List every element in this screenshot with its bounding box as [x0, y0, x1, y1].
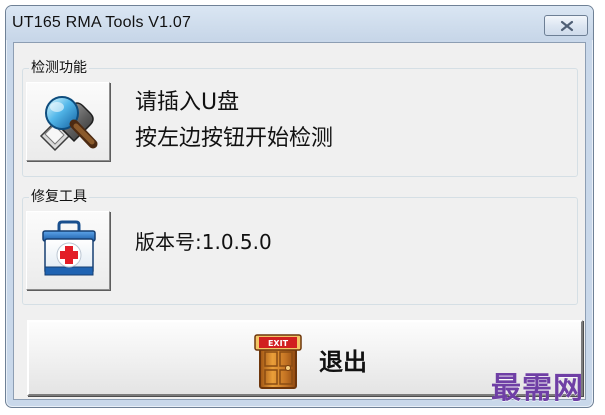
exit-button-label: 退出: [319, 348, 367, 376]
start-detect-hint: 按左边按钮开始检测: [135, 126, 334, 151]
client-area: 检测功能 请插入U盘 按左边按钮开始检测 修复工具 版本号:1.0.5.0 EX…: [13, 42, 586, 400]
close-button[interactable]: [544, 15, 588, 36]
detect-button[interactable]: [26, 82, 110, 161]
watermark-text: 最需网: [491, 371, 584, 406]
detect-group: 检测功能 请插入U盘 按左边按钮开始检测: [22, 59, 578, 177]
insert-usb-text: 请插入U盘: [135, 90, 240, 115]
usb-search-icon: [39, 96, 98, 152]
repair-group: 修复工具 版本号:1.0.5.0: [22, 188, 578, 305]
exit-door-icon: EXIT: [254, 334, 302, 389]
detect-group-title: 检测功能: [29, 59, 89, 77]
window-title: UT165 RMA Tools V1.07: [12, 14, 192, 31]
exit-sign-text: EXIT: [268, 339, 289, 348]
main-window: UT165 RMA Tools V1.07 检测功能 请插入U盘 按左边按钮开始…: [5, 5, 594, 408]
repair-group-title: 修复工具: [29, 188, 89, 206]
medical-kit-icon: [42, 220, 96, 276]
repair-button[interactable]: [26, 211, 110, 290]
title-bar[interactable]: UT165 RMA Tools V1.07: [6, 6, 593, 40]
version-text: 版本号:1.0.5.0: [135, 230, 272, 254]
close-icon: [560, 20, 574, 32]
